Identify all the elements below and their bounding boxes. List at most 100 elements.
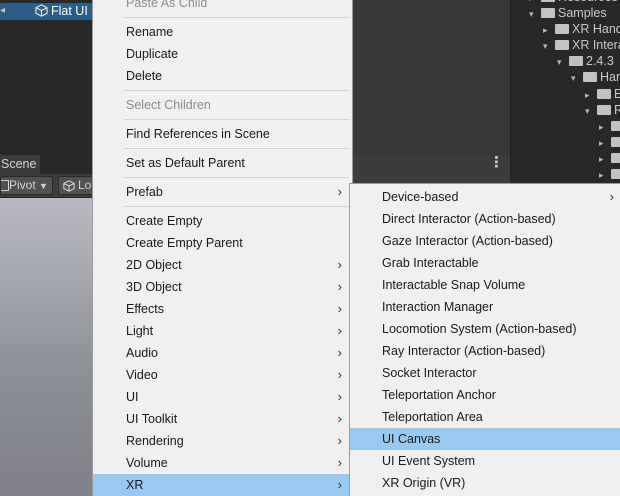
menu-item-label: Effects: [126, 302, 164, 316]
collapse-arrow-icon[interactable]: ▸: [599, 138, 611, 149]
menu-item-label: Grab Interactable: [382, 256, 479, 270]
project-tree-row[interactable]: ▾ R: [585, 103, 620, 119]
pivot-dropdown[interactable]: Pivot ▼: [0, 176, 53, 195]
menu-item-volume[interactable]: Volume ›: [93, 452, 352, 474]
menu-separator: [124, 17, 349, 18]
project-tree-row[interactable]: ▸: [599, 135, 620, 151]
menu-item-ui-canvas[interactable]: UI Canvas: [350, 428, 620, 450]
menu-item-grab-interactable[interactable]: Grab Interactable: [350, 252, 620, 274]
menu-item-prefab[interactable]: Prefab ›: [93, 181, 352, 203]
project-tree-label: Samples: [558, 6, 607, 20]
expand-arrow-icon[interactable]: ▾: [543, 41, 555, 52]
chevron-right-icon: ›: [337, 433, 342, 448]
folder-icon: [597, 105, 611, 115]
expand-arrow-icon[interactable]: ▾: [529, 9, 541, 20]
menu-item-locomotion-system-action-based[interactable]: Locomotion System (Action-based): [350, 318, 620, 340]
collapse-arrow-icon[interactable]: ▸: [599, 170, 611, 181]
project-tree-label: XR Hand: [572, 22, 620, 36]
menu-item-teleportation-area[interactable]: Teleportation Area: [350, 406, 620, 428]
chevron-right-icon: ›: [337, 477, 342, 492]
menu-item-light[interactable]: Light ›: [93, 320, 352, 342]
chevron-right-icon: ›: [337, 301, 342, 316]
menu-item-ui-toolkit[interactable]: UI Toolkit ›: [93, 408, 352, 430]
pivot-icon: [1, 180, 9, 191]
menu-item-effects[interactable]: Effects ›: [93, 298, 352, 320]
expand-arrow-icon[interactable]: ▾: [585, 106, 597, 117]
menu-item-set-as-default-parent[interactable]: Set as Default Parent: [93, 152, 352, 174]
collapse-arrow-icon[interactable]: ▸: [529, 0, 541, 4]
menu-item-delete[interactable]: Delete: [93, 65, 352, 87]
menu-item-label: Direct Interactor (Action-based): [382, 212, 556, 226]
project-tree-label: Har: [600, 70, 620, 84]
menu-item-label: Create Empty Parent: [126, 236, 243, 250]
menu-item-gaze-interactor-action-based[interactable]: Gaze Interactor (Action-based): [350, 230, 620, 252]
scene-toolbar: Pivot ▼ Lo: [0, 174, 98, 198]
menu-item-label: Rendering: [126, 434, 184, 448]
project-tree-row[interactable]: ▾ Samples: [529, 6, 607, 22]
menu-item-label: 3D Object: [126, 280, 182, 294]
chevron-right-icon: ›: [337, 389, 342, 404]
collapse-arrow-icon[interactable]: ▸: [599, 154, 611, 165]
tab-scene[interactable]: Scene: [0, 155, 40, 174]
expand-arrow-icon[interactable]: ▾: [557, 57, 569, 68]
project-tree-row[interactable]: ▸: [599, 167, 620, 183]
menu-item-label: Teleportation Anchor: [382, 388, 496, 402]
menu-item-ui-event-system[interactable]: UI Event System: [350, 450, 620, 472]
menu-item-label: Device-based: [382, 190, 459, 204]
collapse-arrow-icon[interactable]: ▸: [599, 122, 611, 133]
menu-item-interactable-snap-volume[interactable]: Interactable Snap Volume: [350, 274, 620, 296]
local-label: Lo: [78, 178, 92, 192]
menu-item-label: Rename: [126, 25, 174, 39]
menu-item-label: Teleportation Area: [382, 410, 483, 424]
collapse-arrow-icon[interactable]: ▸: [585, 90, 597, 101]
menu-item-xr-origin-vr[interactable]: XR Origin (VR): [350, 472, 620, 494]
menu-item-2d-object[interactable]: 2D Object ›: [93, 254, 352, 276]
menu-item-create-empty-parent[interactable]: Create Empty Parent: [93, 232, 352, 254]
menu-item-label: Audio: [126, 346, 158, 360]
menu-separator: [124, 148, 349, 149]
project-tree-row[interactable]: ▸ XR Hand: [543, 22, 620, 38]
scene-viewport[interactable]: [0, 198, 92, 496]
chevron-right-icon: ›: [337, 184, 342, 199]
project-tree-row[interactable]: ▸ E: [585, 87, 620, 103]
menu-item-rename[interactable]: Rename: [93, 21, 352, 43]
menu-item-label: XR Origin (VR): [382, 476, 466, 490]
menu-item-video[interactable]: Video ›: [93, 364, 352, 386]
chevron-right-icon: ›: [337, 257, 342, 272]
menu-item-ui[interactable]: UI ›: [93, 386, 352, 408]
menu-item-rendering[interactable]: Rendering ›: [93, 430, 352, 452]
menu-item-teleportation-anchor[interactable]: Teleportation Anchor: [350, 384, 620, 406]
menu-item-interaction-manager[interactable]: Interaction Manager: [350, 296, 620, 318]
project-tree-label: R: [614, 103, 620, 117]
folder-icon: [541, 8, 555, 18]
menu-item-create-empty[interactable]: Create Empty: [93, 210, 352, 232]
menu-item-label: Set as Default Parent: [126, 156, 245, 170]
menu-item-label: Select Children: [126, 98, 211, 112]
project-tree-row[interactable]: ▾ 2.4.3: [557, 54, 614, 70]
menu-item-socket-interactor[interactable]: Socket Interactor: [350, 362, 620, 384]
menu-item-duplicate[interactable]: Duplicate: [93, 43, 352, 65]
project-tree-row[interactable]: ▾ XR Intera: [543, 38, 620, 54]
menu-item-label: Video: [126, 368, 158, 382]
menu-item-3d-object[interactable]: 3D Object ›: [93, 276, 352, 298]
chevron-down-icon: ▼: [39, 181, 48, 191]
menu-item-xr[interactable]: XR ›: [93, 474, 352, 496]
menu-item-audio[interactable]: Audio ›: [93, 342, 352, 364]
expand-arrow-icon[interactable]: ▾: [571, 73, 583, 84]
menu-item-label: UI: [126, 390, 139, 404]
menu-item-find-references-in-scene[interactable]: Find References in Scene: [93, 123, 352, 145]
chevron-right-icon: ›: [337, 345, 342, 360]
menu-item-device-based[interactable]: Device-based ›: [350, 186, 620, 208]
project-tree-row[interactable]: ▾ Har: [571, 70, 620, 86]
menu-item-label: Find References in Scene: [126, 127, 270, 141]
arrow-icon: ◂: [0, 5, 6, 16]
project-tree-row[interactable]: ▸: [599, 119, 620, 135]
menu-item-label: Locomotion System (Action-based): [382, 322, 577, 336]
collapse-arrow-icon[interactable]: ▸: [543, 25, 555, 36]
project-tree-row[interactable]: ▸: [599, 151, 620, 167]
more-options-icon[interactable]: ⋮: [489, 154, 504, 172]
project-tree-label: Resources: [558, 0, 618, 4]
menu-item-direct-interactor-action-based[interactable]: Direct Interactor (Action-based): [350, 208, 620, 230]
menu-item-ray-interactor-action-based[interactable]: Ray Interactor (Action-based): [350, 340, 620, 362]
menu-item-label: UI Canvas: [382, 432, 441, 446]
